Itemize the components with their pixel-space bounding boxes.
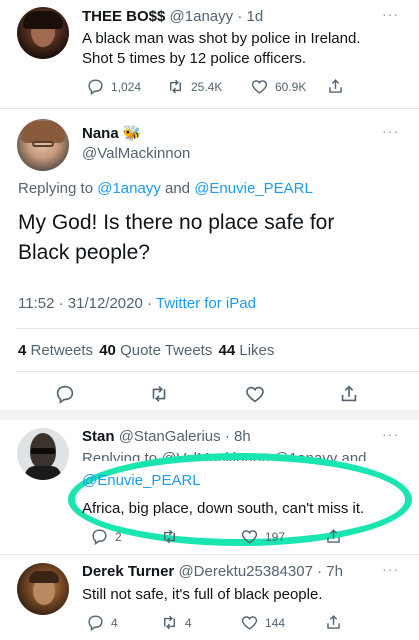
author-name[interactable]: THEE BO$$	[82, 8, 165, 25]
more-options-button[interactable]: ···	[382, 426, 399, 442]
tweet-text-line: My God! Is there no place safe for	[18, 211, 335, 234]
retweet-count: 25.4K	[191, 79, 223, 94]
share-icon	[327, 615, 340, 629]
reply-action[interactable]	[54, 383, 76, 405]
tweet-text-line: Black people?	[18, 241, 150, 264]
retweet-icon	[164, 615, 175, 630]
more-options-button[interactable]: ···	[382, 123, 399, 139]
replying-and: and	[160, 180, 195, 197]
reply-action[interactable]: 4	[86, 613, 118, 632]
tweet-text-line: A black man was shot by police in Irelan…	[82, 30, 361, 47]
tweet-text: My God! Is there no place safe for Black…	[18, 208, 334, 268]
retweet-icon	[170, 79, 181, 94]
like-action[interactable]: 144	[240, 613, 285, 632]
tweet-text: A black man was shot by police in Irelan…	[82, 29, 360, 69]
divider	[16, 328, 419, 329]
mention-link[interactable]: @Enuvie_PEARL	[194, 180, 313, 197]
like-action[interactable]: 197	[240, 527, 285, 546]
avatar[interactable]	[17, 119, 69, 171]
tweet-text-line: Shot 5 times by 12 police officers.	[82, 50, 307, 67]
retweet-action[interactable]	[160, 527, 179, 546]
like-count: 197	[265, 529, 286, 544]
author-handle[interactable]: @Derektu25384307	[178, 563, 313, 580]
share-icon	[341, 385, 357, 402]
tweet-3[interactable]: Stan @StanGalerius · 8h ··· Replying to …	[0, 420, 419, 546]
retweets-stat[interactable]: 4 Retweets	[18, 342, 93, 359]
tweet-2-focused[interactable]: Nana 🐝 @ValMackinnon ··· Replying to @1a…	[0, 109, 419, 404]
heart-icon	[241, 616, 258, 630]
retweet-count: 4	[185, 615, 192, 630]
retweet-action[interactable]: 4	[160, 613, 192, 632]
tweet-time[interactable]: · 7h	[317, 563, 343, 580]
more-options-button[interactable]: ···	[382, 561, 399, 577]
author-name[interactable]: Stan	[82, 428, 115, 445]
source-link[interactable]: Twitter for iPad	[156, 295, 256, 312]
like-count: 60.9K	[275, 79, 307, 94]
author-name[interactable]: Derek Turner	[82, 563, 174, 580]
retweet-action[interactable]: 25.4K	[166, 77, 222, 96]
reply-icon	[88, 615, 103, 632]
mention-link[interactable]: @Enuvie_PEARL	[82, 472, 201, 489]
like-count: 144	[265, 615, 286, 630]
section-divider	[0, 410, 419, 420]
share-action[interactable]	[338, 383, 360, 405]
tweet-time[interactable]: · 8h	[225, 428, 251, 445]
author-handle[interactable]: @1anayy	[170, 8, 234, 25]
replying-prefix: Replying to	[18, 180, 98, 197]
timestamp[interactable]: 11:52 · 31/12/2020 ·	[18, 295, 156, 312]
avatar[interactable]	[17, 563, 69, 615]
heart-icon	[241, 530, 258, 544]
heart-icon	[246, 386, 264, 403]
quote-tweets-stat[interactable]: 40 Quote Tweets	[99, 342, 212, 359]
reply-count: 2	[115, 529, 122, 544]
share-action[interactable]	[324, 613, 343, 632]
mention-link[interactable]: @1anayy	[97, 180, 161, 197]
bee-emoji: 🐝	[122, 125, 142, 142]
reply-icon	[92, 529, 107, 546]
tweet-text: Still not safe, it's full of black peopl…	[82, 586, 323, 603]
more-options-button[interactable]: ···	[382, 6, 399, 22]
like-action[interactable]: 60.9K	[250, 77, 306, 96]
replying-to: Replying to @1anayy and @Enuvie_PEARL	[18, 180, 313, 197]
share-action[interactable]	[326, 77, 345, 96]
likes-stat[interactable]: 44 Likes	[219, 342, 275, 359]
reply-icon	[88, 79, 103, 96]
avatar[interactable]	[17, 7, 69, 59]
retweet-icon	[152, 386, 166, 402]
avatar[interactable]	[17, 428, 69, 480]
reply-action[interactable]: 2	[90, 527, 122, 546]
reply-icon	[56, 385, 74, 404]
tweet-timestamp: 11:52 · 31/12/2020 · Twitter for iPad	[18, 295, 256, 312]
author-name[interactable]: Nana	[82, 125, 119, 142]
author-handle[interactable]: @ValMackinnon	[82, 145, 190, 162]
retweet-action[interactable]	[148, 383, 170, 405]
tweet-time[interactable]: · 1d	[237, 8, 263, 25]
author-handle[interactable]: @StanGalerius	[119, 428, 221, 445]
divider	[16, 371, 419, 372]
like-action[interactable]	[244, 383, 266, 405]
reply-count: 1,024	[111, 79, 142, 94]
retweet-icon	[164, 529, 175, 544]
tweet-4[interactable]: Derek Turner @Derektu25384307 · 7h ··· S…	[0, 555, 419, 640]
reply-count: 4	[111, 615, 118, 630]
share-action[interactable]	[324, 527, 343, 546]
reply-action[interactable]: 1,024	[86, 77, 141, 96]
share-icon	[329, 79, 342, 93]
heart-icon	[251, 80, 268, 94]
tweet-text: Africa, big place, down south, can't mis…	[82, 500, 365, 517]
engagement-stats: 4 Retweets 40 Quote Tweets 44 Likes	[18, 342, 274, 359]
tweet-1[interactable]: THEE BO$$ @1anayy · 1d ··· A black man w…	[0, 0, 419, 110]
share-icon	[327, 529, 340, 543]
